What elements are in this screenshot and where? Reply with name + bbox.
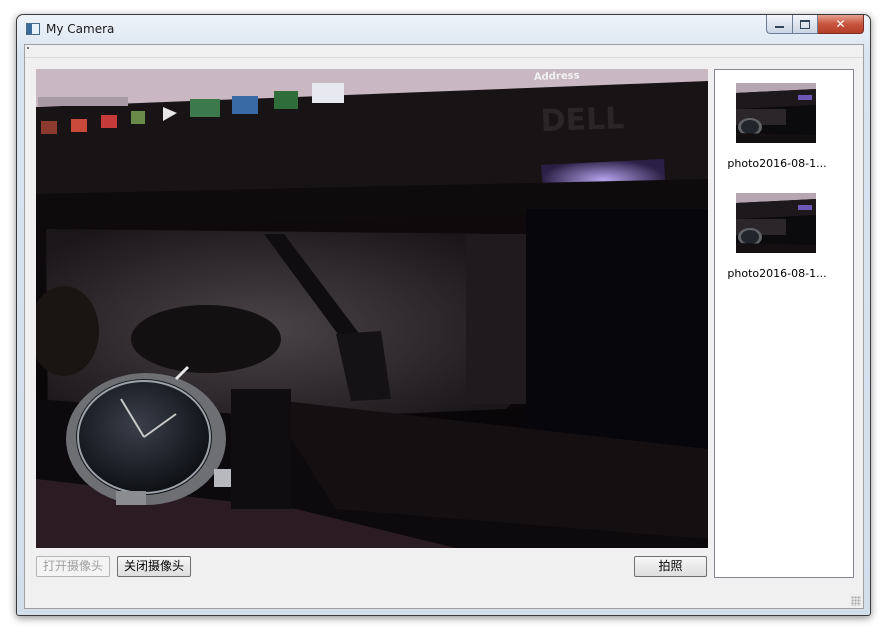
photo-filename: photo2016-08-1... [727,267,827,280]
photo-thumbnail [736,83,816,143]
maximize-button[interactable] [792,15,818,34]
caption-buttons: ✕ [766,15,864,35]
title-bar[interactable]: My Camera ✕ [17,15,870,45]
window-title: My Camera [46,22,115,36]
close-icon: ✕ [835,17,846,31]
camera-preview: Address DELL [36,69,708,548]
photo-list-item[interactable]: photo2016-08-1... [715,193,853,303]
take-photo-button[interactable]: 拍照 [634,556,707,577]
main-window: My Camera ✕ Address DELL 打开摄像头 关闭摄像头 拍照 … [16,14,871,616]
close-button[interactable]: ✕ [818,15,864,34]
client-area: Address DELL 打开摄像头 关闭摄像头 拍照 photo2016-08… [24,44,864,609]
menu-bar-handle [27,47,29,49]
photo-list[interactable]: photo2016-08-1... photo2016-08-1... [714,69,854,578]
scene-address-text: Address [534,70,580,83]
photo-list-item[interactable]: photo2016-08-1... [715,83,853,193]
minimize-icon [775,25,784,28]
minimize-button[interactable] [766,15,792,34]
resize-grip[interactable] [851,596,861,606]
scene-brand-text: DELL [540,101,625,139]
close-camera-button[interactable]: 关闭摄像头 [117,556,191,577]
photo-filename: photo2016-08-1... [727,157,827,170]
photo-thumbnail [736,193,816,253]
app-window-icon [26,23,40,35]
menu-bar[interactable] [25,45,863,58]
camera-frame-image: Address DELL [36,69,708,548]
maximize-icon [800,19,810,29]
open-camera-button[interactable]: 打开摄像头 [36,556,110,577]
